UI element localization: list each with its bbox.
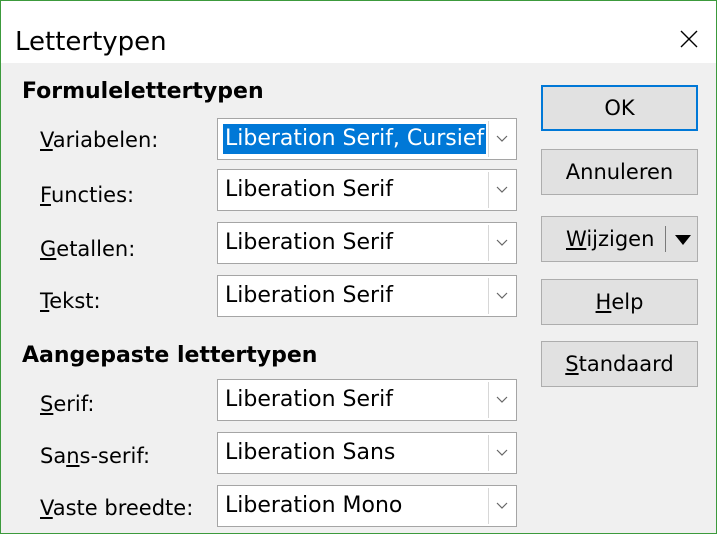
variables-font-select[interactable]: Liberation Serif, Cursief: [217, 118, 517, 160]
default-button[interactable]: Standaard: [541, 341, 698, 387]
text-dropdown-arrow[interactable]: [488, 278, 514, 314]
modify-button[interactable]: Wijzigen: [541, 216, 698, 262]
sans-serif-label: Sans-serif:: [40, 444, 151, 468]
chevron-down-icon: [496, 502, 507, 509]
serif-font-value: Liberation Serif: [225, 387, 393, 412]
cancel-button[interactable]: Annuleren: [541, 149, 698, 195]
chevron-down-icon: [496, 239, 507, 246]
numbers-font-select[interactable]: Liberation Serif: [217, 222, 517, 264]
variables-label: Variabelen:: [40, 128, 159, 152]
title-bar: Lettertypen: [1, 1, 716, 63]
numbers-dropdown-arrow[interactable]: [488, 225, 514, 261]
close-icon: [680, 30, 698, 48]
ok-button[interactable]: OK: [541, 85, 698, 131]
fixed-width-font-value: Liberation Mono: [225, 493, 403, 518]
sans-serif-font-value: Liberation Sans: [225, 440, 396, 465]
functions-font-value: Liberation Serif: [225, 177, 393, 202]
variables-dropdown-arrow[interactable]: [488, 121, 514, 157]
serif-font-select[interactable]: Liberation Serif: [217, 379, 517, 421]
chevron-down-icon: [496, 449, 507, 456]
fixed-width-dropdown-arrow[interactable]: [488, 488, 514, 524]
text-font-value: Liberation Serif: [225, 283, 393, 308]
fonts-dialog: Lettertypen Formulelettertypen Variabele…: [0, 0, 717, 534]
serif-dropdown-arrow[interactable]: [488, 382, 514, 418]
sans-serif-dropdown-arrow[interactable]: [488, 435, 514, 471]
close-button[interactable]: [669, 19, 709, 59]
formula-fonts-heading: Formulelettertypen: [22, 79, 264, 104]
functions-dropdown-arrow[interactable]: [488, 172, 514, 208]
modify-button-label: Wijzigen: [566, 227, 655, 251]
variables-font-value: Liberation Serif, Cursief: [223, 124, 487, 154]
caret-down-icon: [675, 235, 691, 245]
text-label: Tekst:: [40, 289, 101, 313]
chevron-down-icon: [496, 396, 507, 403]
fixed-width-label: Vaste breedte:: [40, 496, 194, 520]
numbers-font-value: Liberation Serif: [225, 230, 393, 255]
dialog-title: Lettertypen: [15, 27, 167, 57]
fixed-width-font-select[interactable]: Liberation Mono: [217, 485, 517, 527]
chevron-down-icon: [496, 135, 507, 142]
functions-font-select[interactable]: Liberation Serif: [217, 169, 517, 211]
chevron-down-icon: [496, 292, 507, 299]
serif-label: Serif:: [40, 392, 95, 416]
functions-label: Functies:: [40, 183, 135, 207]
numbers-label: Getallen:: [40, 237, 136, 261]
split-separator: [665, 226, 666, 252]
chevron-down-icon: [496, 186, 507, 193]
text-font-select[interactable]: Liberation Serif: [217, 275, 517, 317]
help-button[interactable]: Help: [541, 279, 698, 325]
sans-serif-font-select[interactable]: Liberation Sans: [217, 432, 517, 474]
custom-fonts-heading: Aangepaste lettertypen: [22, 343, 318, 368]
modify-dropdown-button[interactable]: [673, 231, 693, 249]
